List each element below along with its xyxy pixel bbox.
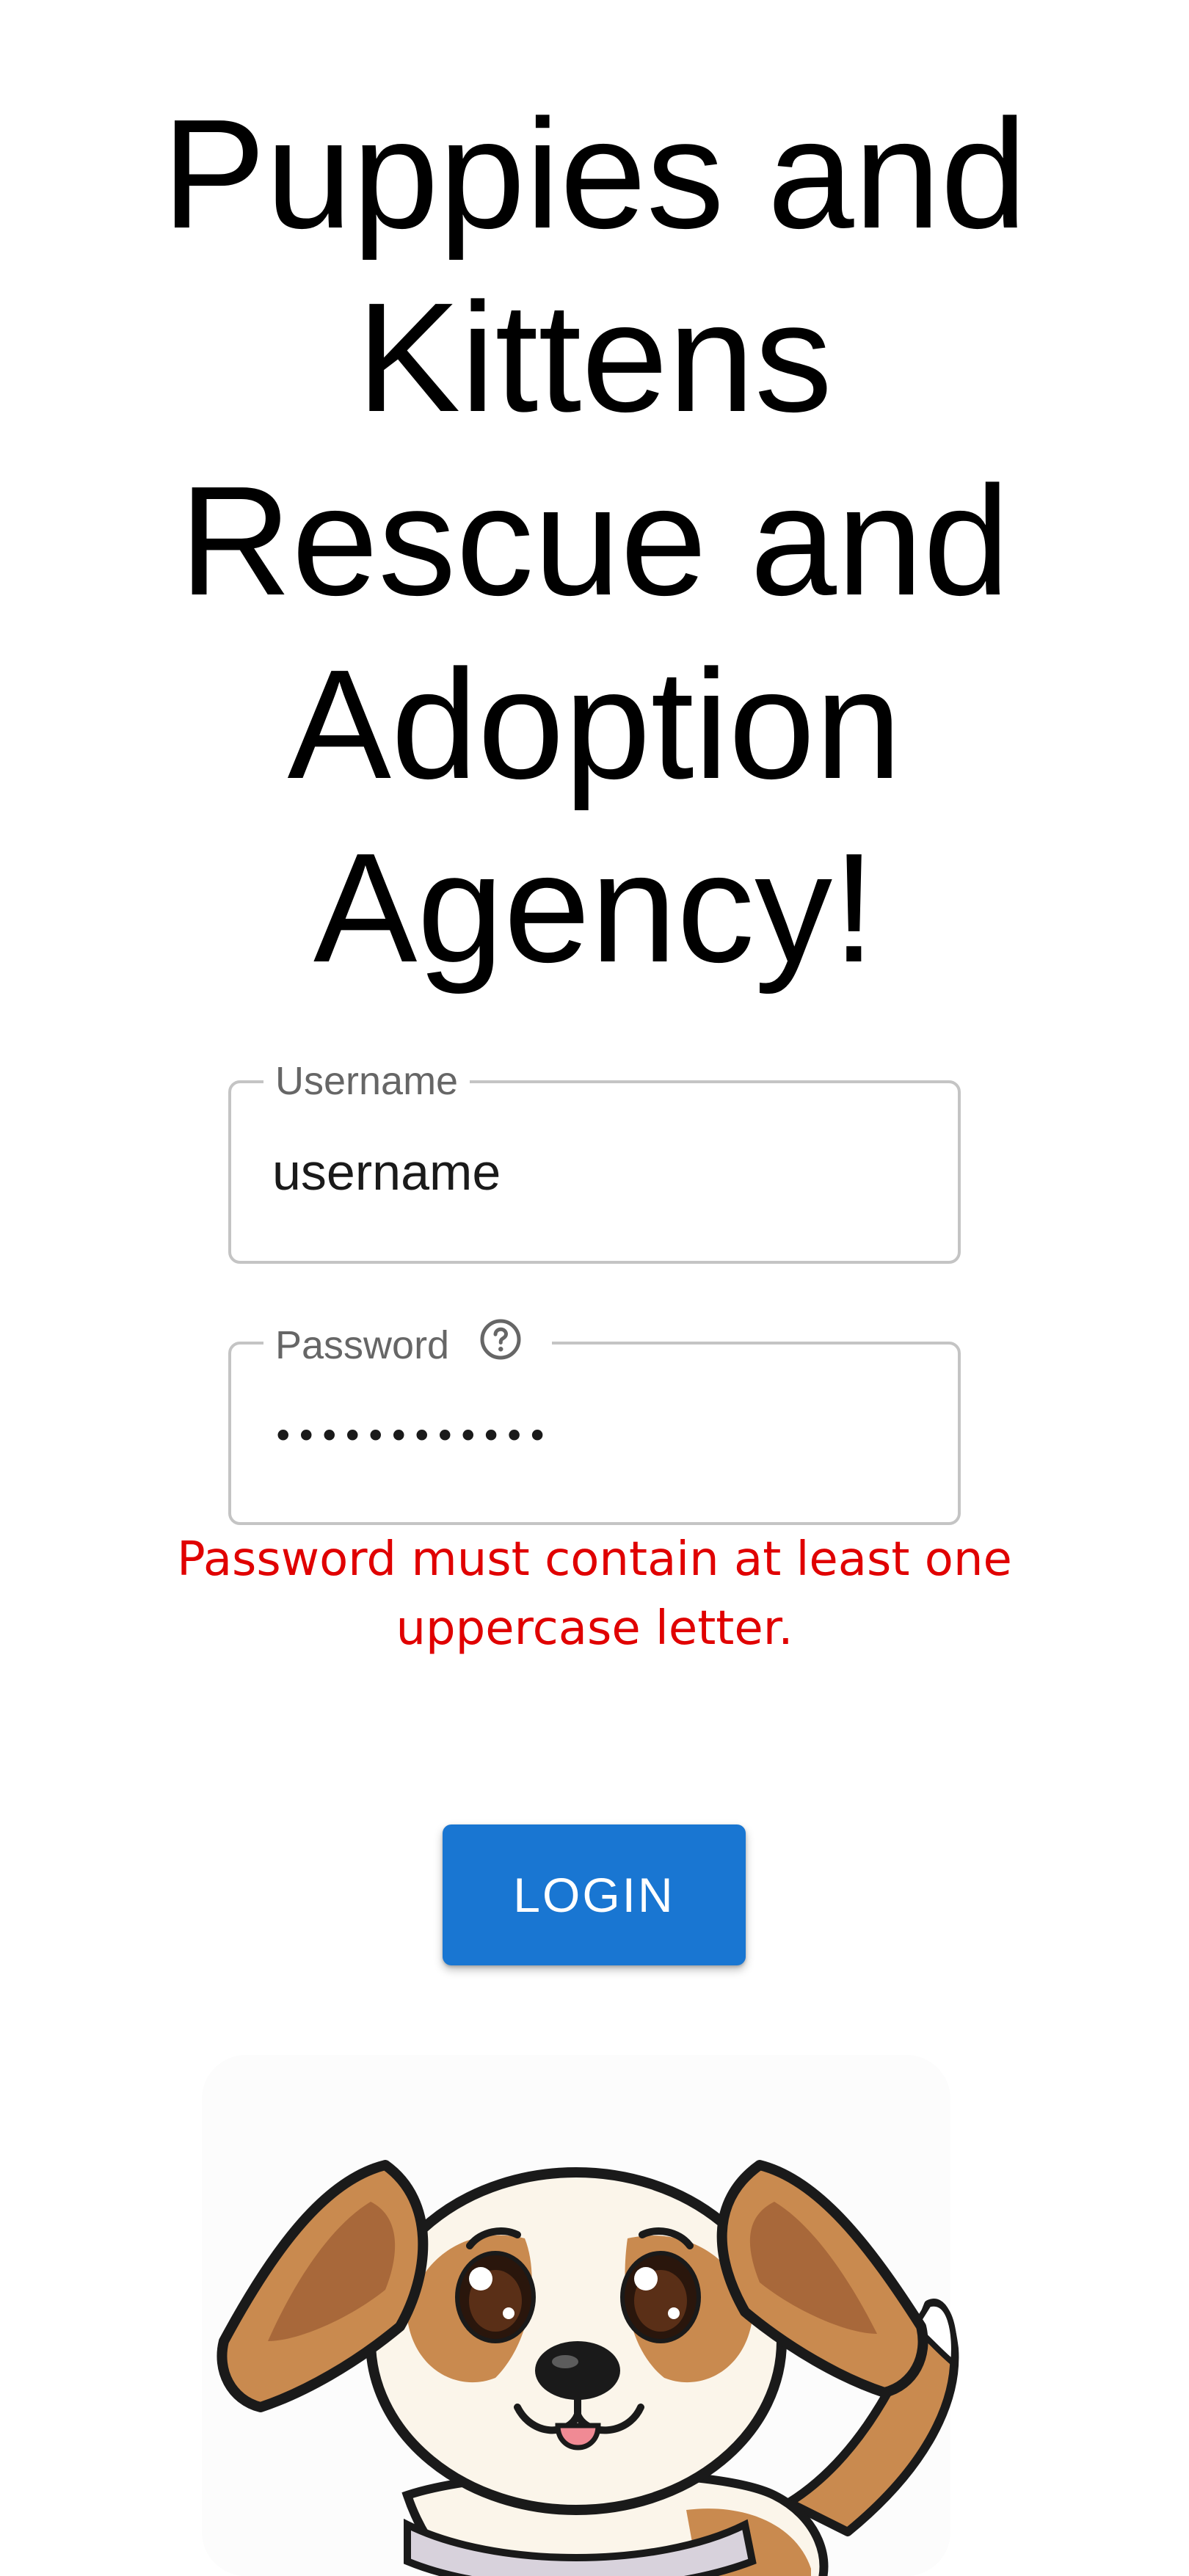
username-input[interactable]: username — [272, 1083, 918, 1261]
puppy-illustration — [187, 2055, 1002, 2576]
username-field[interactable]: Username username — [228, 1058, 961, 1264]
error-text: Password must contain at least one upper… — [177, 1532, 1012, 1656]
page-title: Puppies and Kittens Rescue and Adoption … — [161, 87, 1028, 994]
password-input[interactable]: •••••••••••• — [272, 1347, 918, 1525]
login-button[interactable]: LOGIN — [443, 1824, 746, 1965]
password-field[interactable]: Password •••••••••••• — [228, 1319, 961, 1525]
password-error-message: Password must contain at least one upper… — [0, 1525, 1189, 1663]
